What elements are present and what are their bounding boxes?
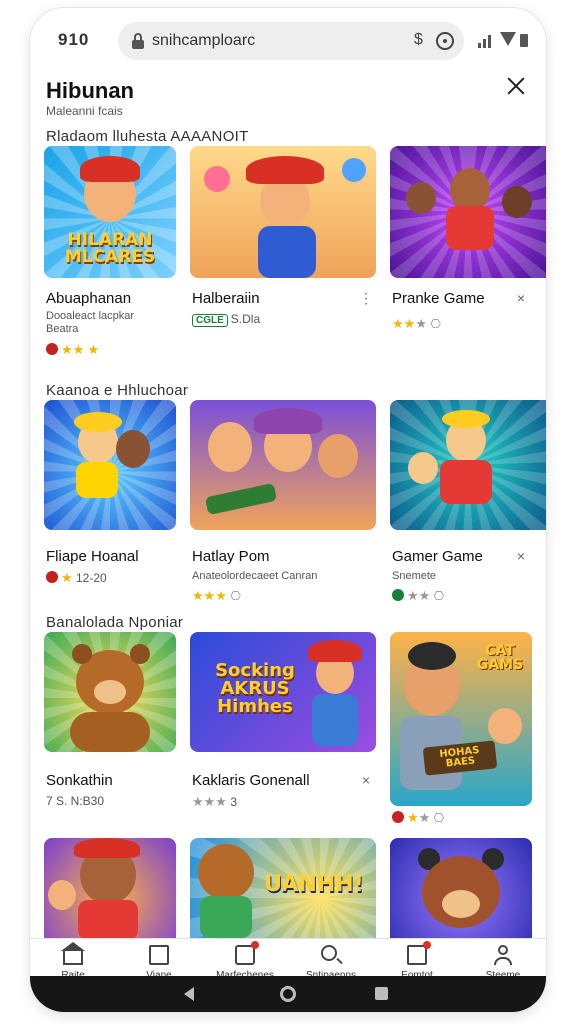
game-title[interactable]: Sonkathin: [46, 772, 113, 789]
notification-dot: [423, 941, 431, 949]
game-title[interactable]: Abuaphanan: [46, 290, 131, 307]
content-badge: CGLE: [192, 314, 228, 327]
game-thumbnail[interactable]: Socking AKRUS Himhes: [190, 632, 376, 752]
search-icon: [321, 945, 337, 961]
url-bar[interactable]: snihcamploarc $: [118, 22, 464, 60]
notification-dot: [251, 941, 259, 949]
game-size: S.Dla: [230, 312, 261, 326]
section-title: Kaanoa e Hhluchoar: [46, 382, 189, 399]
back-icon[interactable]: [184, 987, 194, 1001]
rating-stars: ★★ ⎔: [392, 810, 444, 826]
reload-icon[interactable]: [436, 32, 454, 50]
thumbnail-logo: UANHH!: [264, 872, 364, 897]
game-thumbnail[interactable]: [190, 400, 376, 530]
rating-count: 3: [230, 795, 237, 809]
game-title[interactable]: Pranke Game: [392, 290, 485, 307]
game-title[interactable]: Hatlay Pom: [192, 548, 270, 565]
game-title[interactable]: Gamer Game: [392, 548, 483, 565]
game-thumbnail[interactable]: [190, 146, 376, 278]
inbox-icon: [407, 941, 431, 965]
game-meta: CGLE S.Dla: [192, 312, 260, 328]
game-subtitle: Anateolordecaeet Canran: [192, 570, 318, 582]
game-thumbnail[interactable]: [390, 838, 532, 938]
close-icon[interactable]: [502, 72, 530, 100]
document-icon: [149, 945, 169, 965]
game-title[interactable]: Kaklaris Gonenall: [192, 772, 310, 789]
profile-icon: [493, 945, 513, 965]
url-dollar: $: [414, 31, 423, 48]
game-thumbnail[interactable]: HILARAN MLCARES: [44, 146, 176, 278]
game-thumbnail[interactable]: CAT GAMS HOHAS BAES: [390, 632, 532, 806]
status-bar: 910 snihcamploarc $: [30, 8, 546, 70]
game-meta: 7 S. N:B30: [46, 794, 105, 808]
rating-stars: ★★ ★: [46, 342, 99, 358]
thumbnail-logo: HILARAN MLCARES: [64, 230, 156, 267]
home-button-icon[interactable]: [280, 986, 296, 1002]
system-navigation-bar: [30, 976, 546, 1012]
battery-icon: [520, 34, 528, 47]
wifi-icon: [500, 32, 516, 46]
game-thumbnail[interactable]: [44, 632, 176, 752]
page-subtitle: Maleanni fcais: [46, 104, 123, 118]
signal-icons: [478, 32, 534, 48]
thumbnail-logo: Socking AKRUS Himhes: [215, 660, 295, 717]
dismiss-icon[interactable]: ×: [359, 772, 373, 788]
game-title[interactable]: Halberaiin: [192, 290, 260, 307]
section-title: Rladaom lluhesta AAAANOIT: [46, 128, 249, 145]
rating-stars: ★★★ 3: [192, 794, 237, 809]
game-thumbnail[interactable]: [44, 838, 176, 938]
thumbnail-logo: CAT GAMS: [476, 643, 524, 673]
game-title[interactable]: Fliape Hoanal: [46, 548, 139, 565]
recents-icon[interactable]: [375, 987, 388, 1000]
page-title: Hibunan: [46, 78, 134, 103]
rating-stars: ★★★ ⎔: [392, 316, 441, 331]
game-thumbnail[interactable]: UANHH!: [190, 838, 376, 938]
game-meta: ★ 12-20: [46, 570, 107, 586]
section-title: Banalolada Nponiar: [46, 614, 184, 631]
url-text[interactable]: snihcamploarc: [152, 32, 255, 50]
thumbnail-sign: HOHAS BAES: [422, 740, 498, 776]
phone-frame: 910 snihcamploarc $ Hibunan Maleanni fca…: [30, 8, 546, 1012]
game-age: 12-20: [76, 571, 107, 585]
status-time: 910: [58, 30, 90, 49]
rating-stars: ★★★ ⎔: [192, 588, 241, 603]
game-subtitle: Dooaleact lacpkar Beatra: [46, 310, 135, 335]
more-vert-icon[interactable]: ⋮: [359, 290, 373, 307]
shopping-bag-icon: [235, 941, 259, 965]
rating-stars: ★★ ⎔: [392, 588, 444, 604]
home-icon: [61, 942, 85, 965]
game-thumbnail[interactable]: [390, 146, 546, 278]
dismiss-icon[interactable]: ×: [514, 548, 528, 564]
game-thumbnail[interactable]: [44, 400, 176, 530]
game-subtitle: Snemete: [392, 570, 437, 582]
dismiss-icon[interactable]: ×: [514, 290, 528, 306]
lock-icon: [132, 33, 144, 49]
game-thumbnail[interactable]: [390, 400, 546, 530]
